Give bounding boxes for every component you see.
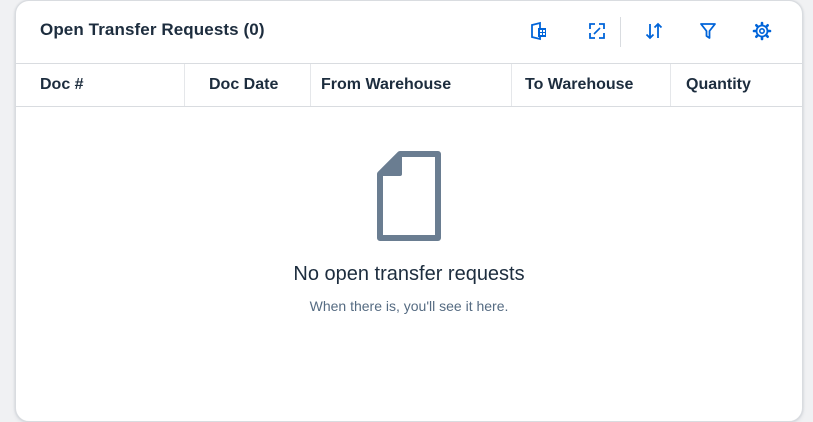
sort-icon <box>645 22 663 40</box>
document-icon <box>377 151 441 241</box>
export-to-spreadsheet-button[interactable] <box>523 15 555 47</box>
fullscreen-button[interactable] <box>581 15 613 47</box>
expand-icon <box>589 23 605 39</box>
empty-state-subtitle: When there is, you'll see it here. <box>309 298 509 314</box>
column-header-quantity[interactable]: Quantity <box>671 64 802 106</box>
card-header: Open Transfer Requests (0) <box>16 1 802 63</box>
column-header-doc-number[interactable]: Doc # <box>16 64 185 106</box>
gear-icon <box>752 21 772 41</box>
sort-button[interactable] <box>638 15 670 47</box>
empty-state: No open transfer requests When there is,… <box>16 151 802 314</box>
settings-button[interactable] <box>746 15 778 47</box>
filter-icon <box>700 23 716 39</box>
column-header-doc-date[interactable]: Doc Date <box>185 64 311 106</box>
open-transfer-requests-card: Open Transfer Requests (0) Doc # Doc Dat… <box>15 0 803 422</box>
filter-button[interactable] <box>692 15 724 47</box>
table-header-row: Doc # Doc Date From Warehouse To Warehou… <box>16 63 802 107</box>
column-header-to-warehouse[interactable]: To Warehouse <box>512 64 671 106</box>
column-header-from-warehouse[interactable]: From Warehouse <box>311 64 512 106</box>
excel-export-icon <box>531 21 546 41</box>
card-title: Open Transfer Requests (0) <box>40 20 265 39</box>
empty-state-title: No open transfer requests <box>293 263 525 285</box>
toolbar-separator <box>620 17 621 47</box>
